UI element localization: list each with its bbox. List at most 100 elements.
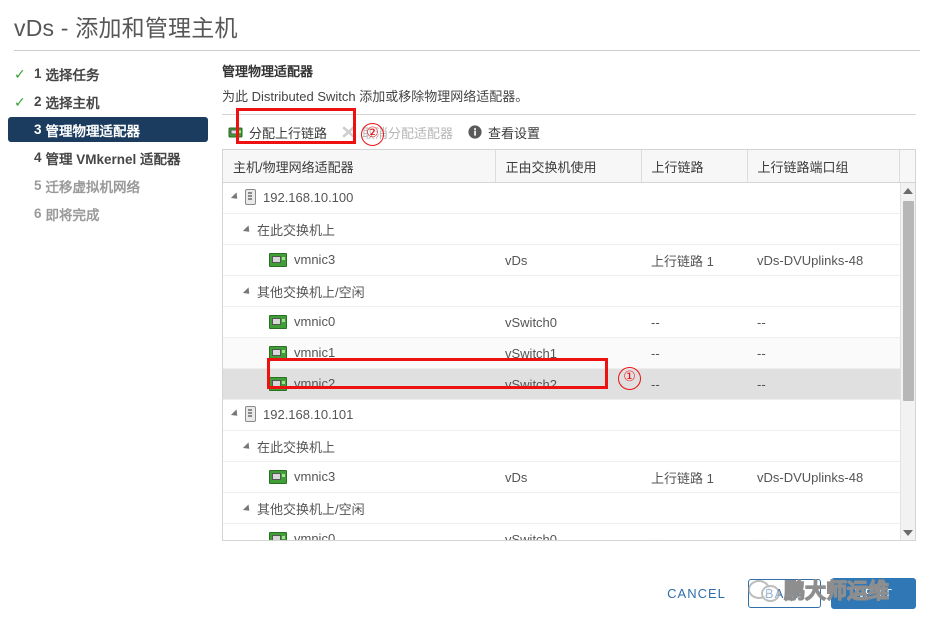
nic-assign-icon (228, 124, 244, 140)
row-name: 192.168.10.101 (263, 406, 354, 422)
uplink-pg-cell: -- (747, 368, 900, 400)
sidebar-item-select-task[interactable]: ✓ 1 选择任务 (8, 61, 222, 86)
switch-cell: vDs (495, 461, 641, 493)
host-icon (245, 189, 256, 206)
chevron-down-icon[interactable] (230, 192, 241, 202)
nic-icon (269, 376, 287, 391)
back-button[interactable]: BACK (747, 579, 822, 608)
unassign-x-icon (341, 124, 357, 140)
row-name: vmnic3 (294, 469, 336, 485)
column-header-uplink[interactable]: 上行链路 (641, 150, 748, 183)
sidebar-item-migrate-vm-networking[interactable]: 5 迁移虚拟机网络 (8, 173, 222, 198)
table-row[interactable]: vmnic3 vDs 上行链路 1 vDs-DVUplinks-48 (223, 244, 916, 276)
adapter-cell[interactable]: vmnic0 (223, 523, 495, 540)
uplink-cell (641, 492, 747, 524)
column-header-uplink-port-group[interactable]: 上行链路端口组 (747, 150, 900, 183)
table-row[interactable]: vmnic0 vSwitch0 -- -- (223, 523, 916, 540)
row-name: vmnic1 (294, 345, 336, 361)
column-header-spacer (899, 150, 916, 183)
next-button[interactable]: NEXT (831, 578, 916, 609)
unassign-adapter-button[interactable]: 取消分配适配器 (341, 123, 453, 142)
table-row[interactable]: vmnic1 vSwitch1 -- -- (223, 337, 916, 369)
chevron-down-icon[interactable] (242, 442, 253, 452)
adapter-cell[interactable]: vmnic2 (223, 368, 495, 400)
table-row[interactable]: 在此交换机上 (223, 213, 916, 245)
table-row[interactable]: 其他交换机上/空闲 (223, 275, 916, 307)
adapter-cell[interactable]: vmnic3 (223, 461, 495, 493)
table-row-selected[interactable]: vmnic2 vSwitch2 -- -- (223, 368, 916, 400)
uplink-pg-cell (747, 492, 900, 524)
uplink-cell: -- (641, 337, 747, 369)
column-header-used-by-switch[interactable]: 正由交换机使用 (495, 150, 642, 183)
section-description: 为此 Distributed Switch 添加或移除物理网络适配器。 (222, 89, 529, 104)
nic-icon (269, 314, 287, 329)
wizard-body: ✓ 1 选择任务 ✓ 2 选择主机 3 管理物理适配器 4 管理 VMkerne… (0, 51, 934, 541)
caret-up-icon (903, 187, 914, 194)
switch-cell (495, 275, 641, 307)
step-number: 3 (34, 122, 42, 137)
switch-cell (495, 213, 641, 245)
host-cell[interactable]: 192.168.10.100 (223, 183, 495, 214)
group-cell[interactable]: 其他交换机上/空闲 (223, 492, 495, 524)
main-panel: 管理物理适配器 为此 Distributed Switch 添加或移除物理网络适… (222, 61, 934, 541)
adapter-cell[interactable]: vmnic3 (223, 244, 495, 276)
chevron-down-icon[interactable] (242, 504, 253, 514)
nic-icon (269, 469, 287, 484)
table-row[interactable]: vmnic0 vSwitch0 -- -- (223, 306, 916, 338)
table-row[interactable]: 在此交换机上 (223, 430, 916, 462)
uplink-cell: 上行链路 1 (641, 244, 747, 276)
adapters-table-body: 192.168.10.100 在此交换机上 vmnic3 vDs 上行链路 1 … (223, 183, 916, 540)
adapter-cell[interactable]: vmnic0 (223, 306, 495, 338)
sidebar-item-label: 选择任务 (45, 67, 100, 83)
check-icon: ✓ (14, 93, 26, 110)
nic-icon (269, 252, 287, 267)
uplink-pg-cell (747, 213, 900, 245)
check-icon: ✓ (14, 65, 26, 82)
uplink-cell (641, 275, 747, 307)
switch-cell (495, 399, 641, 431)
table-row[interactable]: 192.168.10.100 (223, 183, 916, 214)
step-number: 2 (34, 94, 42, 109)
chevron-down-icon[interactable] (242, 287, 253, 297)
adapter-cell[interactable]: vmnic1 (223, 337, 495, 369)
chevron-down-icon[interactable] (242, 225, 253, 235)
step-number: 1 (34, 66, 42, 81)
vertical-scrollbar[interactable] (900, 183, 916, 540)
step-number: 4 (34, 150, 42, 165)
host-cell[interactable]: 192.168.10.101 (223, 399, 495, 431)
uplink-pg-cell (747, 399, 900, 431)
sidebar-item-label: 选择主机 (45, 95, 100, 111)
group-cell[interactable]: 在此交换机上 (223, 213, 495, 245)
adapters-table-body-scroll: 192.168.10.100 在此交换机上 vmnic3 vDs 上行链路 1 … (223, 183, 916, 540)
table-row[interactable]: 192.168.10.101 (223, 399, 916, 431)
uplink-cell (641, 183, 747, 214)
switch-cell: vDs (495, 244, 641, 276)
uplink-pg-cell: vDs-DVUplinks-48 (747, 461, 900, 493)
view-settings-button[interactable]: 查看设置 (467, 123, 540, 142)
uplink-cell: -- (641, 306, 747, 338)
uplink-pg-cell (747, 183, 900, 214)
uplink-pg-cell: -- (747, 523, 900, 540)
chevron-down-icon[interactable] (230, 409, 241, 419)
sidebar-item-ready-to-complete[interactable]: 6 即将完成 (8, 201, 222, 226)
sidebar-item-manage-vmkernel-adapters[interactable]: 4 管理 VMkernel 适配器 (8, 145, 222, 170)
row-name: 在此交换机上 (257, 222, 336, 238)
uplink-pg-cell: vDs-DVUplinks-48 (747, 244, 900, 276)
scroll-down-arrow[interactable] (901, 525, 915, 540)
sidebar-item-manage-physical-adapters[interactable]: 3 管理物理适配器 (8, 117, 208, 142)
group-cell[interactable]: 在此交换机上 (223, 430, 495, 462)
scrollbar-thumb[interactable] (903, 201, 915, 401)
assign-uplink-button[interactable]: 分配上行链路 (228, 123, 327, 142)
group-cell[interactable]: 其他交换机上/空闲 (223, 275, 495, 307)
adapter-toolbar: 分配上行链路 取消分配适配器 查看设置 (222, 115, 916, 149)
column-header-adapter[interactable]: 主机/物理网络适配器 (223, 150, 496, 183)
scroll-up-arrow[interactable] (901, 183, 915, 198)
uplink-pg-cell (747, 275, 900, 307)
row-name: vmnic0 (294, 531, 336, 540)
sidebar-item-select-hosts[interactable]: ✓ 2 选择主机 (8, 89, 222, 114)
annotation-marker-2: ② (361, 123, 384, 146)
table-row[interactable]: 其他交换机上/空闲 (223, 492, 916, 524)
table-row[interactable]: vmnic3 vDs 上行链路 1 vDs-DVUplinks-48 (223, 461, 916, 493)
cancel-button[interactable]: CANCEL (661, 585, 732, 602)
toolbar-item-label: 分配上行链路 (249, 125, 328, 141)
